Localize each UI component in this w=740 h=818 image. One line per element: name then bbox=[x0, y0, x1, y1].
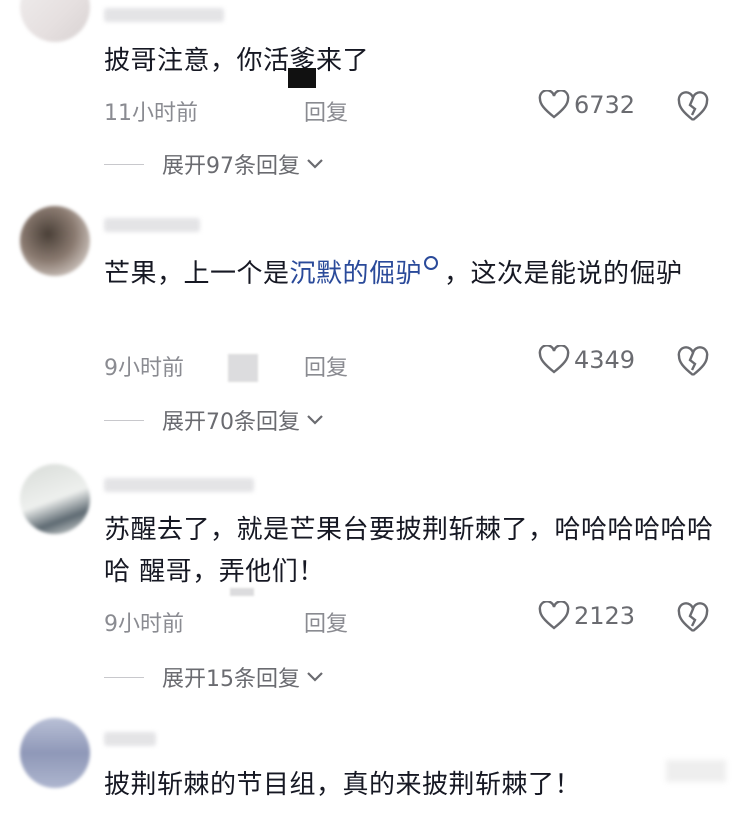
expand-replies-button[interactable]: 展开97条回复 bbox=[104, 148, 324, 180]
divider-line bbox=[104, 163, 144, 165]
like-button[interactable]: 4349 bbox=[538, 345, 635, 375]
like-button[interactable]: 2123 bbox=[538, 601, 635, 631]
chevron-down-icon bbox=[307, 415, 323, 425]
avatar[interactable] bbox=[20, 464, 90, 534]
comment-text: 披哥注意，你活爹来了 bbox=[104, 46, 370, 76]
avatar[interactable] bbox=[20, 0, 90, 42]
username-blurred[interactable] bbox=[104, 8, 224, 22]
comment-text-part: ，这次是能说的倔驴 bbox=[444, 259, 683, 289]
expand-replies-button[interactable]: 展开70条回复 bbox=[104, 404, 324, 436]
avatar[interactable] bbox=[20, 718, 90, 788]
reply-button[interactable]: 回复 bbox=[304, 606, 348, 638]
comment-time: 9小时前 bbox=[104, 612, 184, 637]
heart-outline-icon bbox=[538, 601, 570, 630]
heart-outline-icon bbox=[538, 345, 570, 374]
search-link[interactable]: 沉默的倔驴 bbox=[290, 259, 423, 289]
like-count: 2123 bbox=[574, 602, 636, 630]
broken-heart-icon[interactable] bbox=[676, 91, 710, 123]
expand-replies-button[interactable]: 展开15条回复 bbox=[104, 661, 324, 693]
like-button[interactable]: 6732 bbox=[538, 90, 635, 120]
search-icon bbox=[424, 256, 439, 270]
username-blurred[interactable] bbox=[104, 218, 200, 232]
watermark-blur bbox=[666, 760, 726, 782]
comment-text: 苏醒去了，就是芒果台要披荆斩棘了，哈哈哈哈哈哈哈 醒哥，弄他们！ bbox=[104, 515, 714, 587]
username-blurred[interactable] bbox=[104, 732, 156, 746]
comment-text: 芒果，上一个是沉默的倔驴 ，这次是能说的倔驴 bbox=[104, 253, 714, 295]
expand-label: 展开97条回复 bbox=[162, 154, 300, 179]
blurred-region bbox=[288, 68, 316, 88]
heart-outline-icon bbox=[538, 90, 570, 119]
reply-button[interactable]: 回复 bbox=[304, 350, 348, 382]
divider-line bbox=[104, 676, 144, 678]
broken-heart-icon[interactable] bbox=[676, 346, 710, 378]
reply-button[interactable]: 回复 bbox=[304, 95, 348, 127]
chevron-down-icon bbox=[307, 672, 323, 682]
expand-label: 展开15条回复 bbox=[162, 667, 300, 692]
divider-line bbox=[104, 419, 144, 421]
broken-heart-icon[interactable] bbox=[676, 602, 710, 634]
comment-text: 披荆斩棘的节目组，真的来披荆斩棘了！ bbox=[104, 770, 582, 800]
expand-label: 展开70条回复 bbox=[162, 410, 300, 435]
username-blurred[interactable] bbox=[104, 478, 254, 492]
like-count: 6732 bbox=[574, 91, 636, 119]
blurred-region bbox=[228, 354, 258, 382]
comment-time: 11小时前 bbox=[104, 101, 198, 126]
chevron-down-icon bbox=[307, 159, 323, 169]
comment-text-part: 芒果，上一个是 bbox=[104, 259, 290, 289]
comment-time: 9小时前 bbox=[104, 356, 184, 381]
like-count: 4349 bbox=[574, 346, 636, 374]
avatar[interactable] bbox=[20, 206, 90, 276]
blurred-region bbox=[230, 588, 254, 596]
